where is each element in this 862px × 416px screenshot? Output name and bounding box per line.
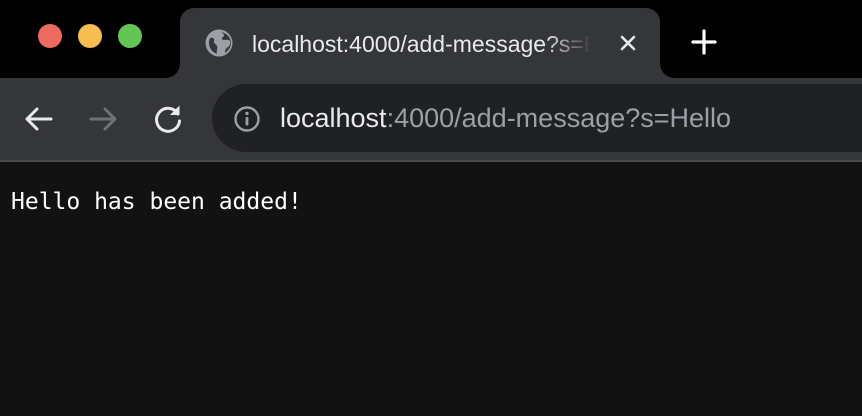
tab-title: localhost:4000/add-message?s=Hello [252, 31, 592, 57]
forward-button[interactable] [86, 102, 120, 136]
page-message: Hello has been added! [11, 189, 302, 215]
browser-toolbar: localhost:4000/add-message?s=Hello [0, 78, 862, 160]
url-text[interactable]: localhost:4000/add-message?s=Hello [280, 100, 731, 136]
window-close-button[interactable] [38, 24, 62, 48]
url-path: :4000/add-message?s=Hello [386, 103, 732, 133]
page-content: Hello has been added! [0, 162, 862, 416]
url-host: localhost [280, 103, 387, 133]
address-bar[interactable]: localhost:4000/add-message?s=Hello [212, 84, 862, 152]
reload-button[interactable] [151, 102, 185, 136]
window-minimize-button[interactable] [78, 24, 102, 48]
globe-icon [205, 29, 233, 57]
active-tab[interactable]: localhost:4000/add-message?s=Hello [166, 8, 674, 78]
info-icon[interactable] [233, 105, 261, 133]
tab-close-icon[interactable] [616, 31, 640, 55]
window-maximize-button[interactable] [118, 24, 142, 48]
back-button[interactable] [22, 102, 56, 136]
tab-strip: localhost:4000/add-message?s=Hello [0, 0, 862, 78]
new-tab-button[interactable] [690, 28, 718, 56]
